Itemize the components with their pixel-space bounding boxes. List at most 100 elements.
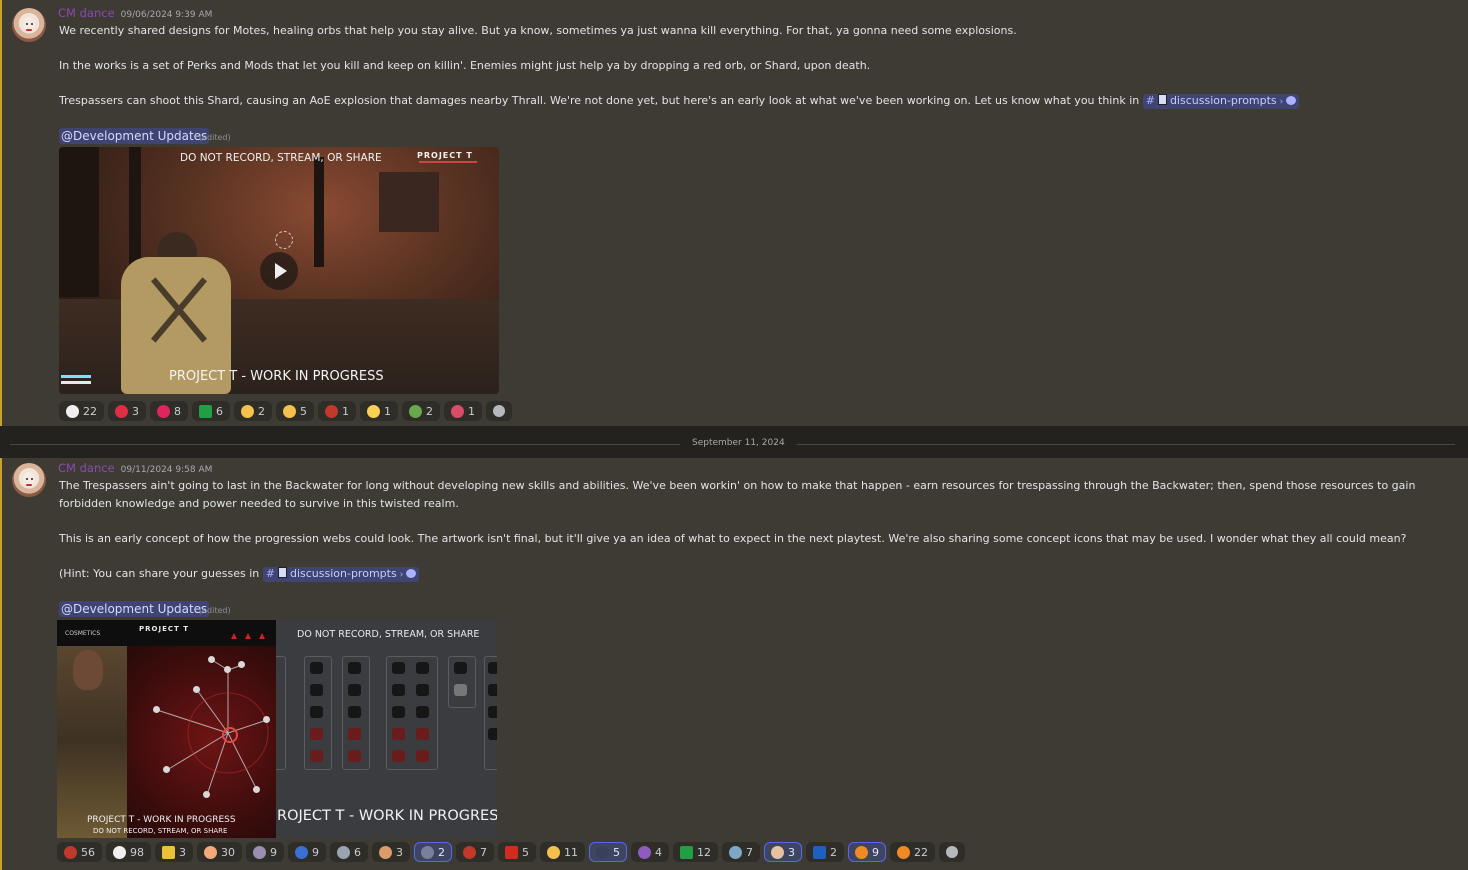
progression-web-lines [156,659,269,796]
concept-icons-image[interactable]: DO NOT RECORD, STREAM, OR SHARE ROJECT T… [276,620,497,838]
flag-emoji [162,845,175,859]
chevron-right-icon: › [399,570,404,580]
avatar[interactable] [12,463,46,497]
reaction-button[interactable]: 2 [414,842,452,862]
play-icon[interactable] [260,252,298,290]
reaction-count: 98 [130,845,144,859]
reaction-button[interactable]: 3 [764,842,802,862]
edited-label: (edited) [199,606,231,615]
progression-web-image[interactable]: COSMETICS PROJECT T PROJECT T - WORK IN … [57,620,276,838]
document-icon [277,567,287,578]
reaction-button[interactable]: 9 [288,842,326,862]
reaction-button[interactable]: 1 [444,401,482,421]
reaction-count: 12 [697,845,711,859]
reaction-count: 1 [342,404,349,418]
video-attachment[interactable]: DO NOT RECORD, STREAM, OR SHARE PROJECT … [59,147,499,394]
edited-label: (edited) [199,133,231,142]
reaction-count: 2 [258,404,265,418]
reaction-button[interactable]: 1 [318,401,356,421]
sparkles-emoji [367,404,380,418]
channel-name: discussion-prompts [1169,94,1277,107]
reaction-count: 1 [384,404,391,418]
role-mention[interactable]: @Development Updates [59,601,210,617]
astonished-emoji [547,845,560,859]
reaction-button[interactable]: 22 [59,401,104,421]
hud-bar [61,375,91,378]
image-watermark-bottom: ROJECT T - WORK IN PROGRES [277,808,497,824]
reaction-button[interactable]: 98 [106,842,151,862]
author-name[interactable]: CM dance [58,6,115,20]
reaction-button[interactable]: 2 [402,401,440,421]
reaction-button[interactable]: 56 [57,842,102,862]
reaction-button[interactable]: 8 [150,401,188,421]
add-reaction-button[interactable] [486,401,512,421]
dark-figure-emoji [596,845,609,859]
avatar[interactable] [12,8,46,42]
reaction-button[interactable]: 11 [540,842,585,862]
reaction-count: 7 [746,845,753,859]
flag-scotland-emoji [813,845,826,859]
video-watermark-top: DO NOT RECORD, STREAM, OR SHARE [180,152,382,164]
chat-bubble-icon [406,569,417,578]
reaction-button[interactable]: 5 [498,842,536,862]
author-name[interactable]: CM dance [58,461,115,475]
reaction-button[interactable]: 3 [155,842,193,862]
video-watermark-bottom: PROJECT T - WORK IN PROGRESS [169,369,384,384]
heart-emoji [157,404,170,418]
reaction-button[interactable]: 6 [330,842,368,862]
reaction-count: 7 [480,845,487,859]
reaction-button[interactable]: 6 [192,401,230,421]
message-text: The Trespassers ain't going to last in t… [59,479,1416,492]
date-divider-label: September 11, 2024 [680,438,797,448]
reaction-button[interactable]: 9 [848,842,886,862]
reaction-button[interactable]: 5 [589,842,627,862]
message-text: This is an early concept of how the prog… [59,532,1407,545]
reaction-button[interactable]: 22 [890,842,935,862]
reaction-count: 3 [396,845,403,859]
reaction-count: 9 [270,845,277,859]
flag-brazil-emoji [199,404,212,418]
crosshair-icon [275,231,293,249]
message-header: CM dance 09/11/2024 9:58 AM [58,461,212,475]
message-text: (Hint: You can share your guesses in # di… [59,567,420,582]
reaction-count: 5 [522,845,529,859]
red-circle-emoji [115,404,128,418]
reaction-button[interactable]: 2 [806,842,844,862]
reaction-button[interactable]: 7 [456,842,494,862]
reaction-count: 3 [788,845,795,859]
hash-icon: # [265,567,275,580]
message-text-part: (Hint: You can share your guesses in [59,567,260,580]
dancer-emoji [253,845,266,859]
reaction-button[interactable]: 7 [722,842,760,862]
reaction-count: 6 [216,404,223,418]
reaction-button[interactable]: 30 [197,842,242,862]
progression-core-node [222,727,238,743]
ok-hand-emoji [283,404,296,418]
robot-emoji [421,845,434,859]
image-watermark-top: DO NOT RECORD, STREAM, OR SHARE [297,629,480,640]
channel-link[interactable]: # discussion-prompts › [262,567,420,582]
reaction-button[interactable]: 1 [360,401,398,421]
reaction-button[interactable]: 2 [234,401,272,421]
channel-link[interactable]: # discussion-prompts › [1142,94,1300,109]
channel-name: discussion-prompts [289,567,397,580]
reactions-bar: 22 3 8 6 2 5 1 1 2 1 [59,401,512,421]
reaction-button[interactable]: 4 [631,842,669,862]
lips-emoji [451,404,464,418]
image-caption: DO NOT RECORD, STREAM, OR SHARE [93,827,228,835]
message-text-part: Trespassers can shoot this Shard, causin… [59,94,1140,107]
hand-emoji [204,845,217,859]
message-text: We recently shared designs for Motes, he… [59,24,1017,37]
reaction-button[interactable]: 9 [246,842,284,862]
add-reaction-icon [946,846,958,858]
reaction-button[interactable]: 5 [276,401,314,421]
add-reaction-button[interactable] [939,842,965,862]
chevron-right-icon: › [1279,97,1284,107]
reaction-count: 4 [655,845,662,859]
shattered-heart-emoji [325,404,338,418]
reaction-button[interactable]: 12 [673,842,718,862]
reaction-button[interactable]: 3 [372,842,410,862]
pointing-hand-emoji [241,404,254,418]
reaction-button[interactable]: 3 [108,401,146,421]
role-mention[interactable]: @Development Updates [59,128,210,144]
